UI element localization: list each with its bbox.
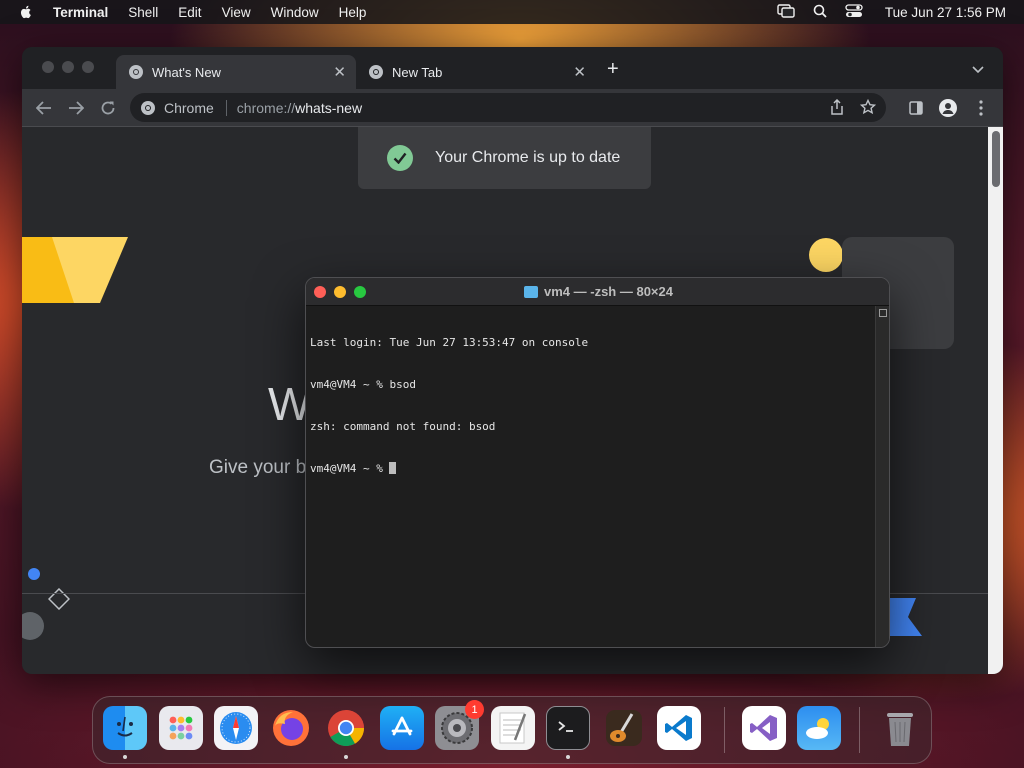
terminal-output[interactable]: Last login: Tue Jun 27 13:53:47 on conso…	[310, 308, 870, 504]
control-center-icon[interactable]	[845, 3, 863, 21]
forward-arrow-icon[interactable]	[66, 98, 86, 118]
tab-search-chevron-icon[interactable]	[972, 61, 984, 79]
page-subtitle: Give your b	[209, 457, 307, 478]
close-tab-icon[interactable]: ✕	[333, 63, 346, 81]
textedit-icon[interactable]	[491, 706, 535, 750]
menu-edit[interactable]: Edit	[178, 5, 201, 20]
safari-icon[interactable]	[214, 706, 258, 750]
url-scheme: chrome://	[236, 99, 296, 116]
update-status-text: Your Chrome is up to date	[435, 149, 621, 166]
back-arrow-icon[interactable]	[34, 98, 54, 118]
terminal-line: vm4@VM4 ~ % bsod	[310, 378, 416, 391]
trash-icon[interactable]	[878, 706, 922, 750]
launchpad-icon[interactable]	[159, 706, 203, 750]
vscode-icon[interactable]	[657, 706, 701, 750]
dock-separator	[859, 707, 860, 753]
tab-whats-new[interactable]: What's New ✕	[116, 55, 356, 89]
blue-dot-decoration	[28, 568, 40, 580]
address-bar[interactable]: Chrome chrome:// whats-new	[130, 93, 886, 122]
close-window-button[interactable]	[42, 61, 54, 73]
dock-separator	[724, 707, 725, 753]
menu-app-name[interactable]: Terminal	[53, 5, 108, 20]
diamond-outline-decoration	[48, 588, 70, 610]
blue-flag-decoration	[888, 598, 922, 636]
folder-icon	[524, 285, 538, 298]
reload-icon[interactable]	[98, 98, 118, 118]
menu-shell[interactable]: Shell	[128, 5, 158, 20]
running-indicator	[344, 755, 348, 759]
running-indicator	[566, 755, 570, 759]
visual-studio-icon[interactable]	[742, 706, 786, 750]
page-scrollbar-thumb[interactable]	[992, 131, 1000, 187]
terminal-window-controls	[314, 286, 366, 298]
menu-help[interactable]: Help	[339, 5, 367, 20]
more-menu-icon[interactable]	[971, 98, 991, 118]
terminal-scrollbar[interactable]	[875, 306, 889, 647]
chrome-site-icon	[141, 100, 155, 115]
checkmark-icon	[387, 145, 413, 171]
site-label: Chrome	[164, 99, 214, 116]
new-tab-plus-icon[interactable]: +	[607, 58, 619, 81]
terminal-prompt: vm4@VM4 ~ %	[310, 462, 390, 475]
finder-icon[interactable]	[103, 706, 147, 750]
running-indicator	[123, 755, 127, 759]
tab-strip: What's New ✕ New Tab ✕ +	[22, 47, 1003, 89]
close-tab-icon[interactable]: ✕	[573, 63, 586, 81]
yellow-shape-decoration	[22, 237, 128, 303]
weather-icon[interactable]	[797, 706, 841, 750]
firefox-icon[interactable]	[269, 706, 313, 750]
terminal-window: vm4 — -zsh — 80×24 Last login: Tue Jun 2…	[305, 277, 890, 648]
menu-clock[interactable]: Tue Jun 27 1:56 PM	[885, 5, 1006, 20]
profile-avatar-icon[interactable]	[938, 98, 958, 118]
dock: 1	[92, 696, 932, 764]
system-settings-icon[interactable]: 1	[435, 700, 484, 750]
terminal-line: Last login: Tue Jun 27 13:53:47 on conso…	[310, 336, 589, 349]
terminal-prompt-line[interactable]: vm4@VM4 ~ %	[310, 462, 870, 476]
chrome-favicon-icon	[129, 65, 143, 79]
terminal-title: vm4 — -zsh — 80×24	[544, 284, 673, 299]
yellow-circle-decoration	[809, 238, 843, 272]
side-panel-icon[interactable]	[906, 98, 926, 118]
apple-menu-icon[interactable]	[18, 4, 34, 20]
terminal-scroll-marker-icon	[879, 309, 887, 317]
zoom-window-button[interactable]	[354, 286, 366, 298]
url-path: whats-new	[295, 99, 363, 116]
menu-view[interactable]: View	[222, 5, 251, 20]
tab-label: New Tab	[392, 64, 443, 80]
browser-toolbar: Chrome chrome:// whats-new	[22, 89, 1003, 127]
tab-label: What's New	[152, 64, 221, 80]
terminal-icon[interactable]	[546, 706, 590, 750]
menu-bar: Terminal Shell Edit View Window Help Tue…	[0, 0, 1024, 24]
zoom-window-button[interactable]	[82, 61, 94, 73]
spotlight-search-icon[interactable]	[813, 4, 827, 21]
bookmark-star-icon[interactable]	[859, 98, 877, 118]
chrome-icon[interactable]	[324, 706, 368, 750]
page-scrollbar-track[interactable]	[988, 127, 1003, 674]
chrome-favicon-icon	[369, 65, 383, 79]
minimize-window-button[interactable]	[62, 61, 74, 73]
menu-window[interactable]: Window	[271, 5, 319, 20]
terminal-line: zsh: command not found: bsod	[310, 420, 496, 433]
update-status-toast: Your Chrome is up to date	[358, 127, 651, 189]
app-store-icon[interactable]	[380, 706, 424, 750]
omnibox-separator	[225, 99, 227, 116]
terminal-titlebar[interactable]: vm4 — -zsh — 80×24	[306, 278, 889, 306]
tab-new-tab[interactable]: New Tab ✕	[356, 55, 596, 89]
close-window-button[interactable]	[314, 286, 326, 298]
share-icon[interactable]	[830, 98, 844, 118]
gray-circle-decoration	[22, 612, 44, 640]
screen-mirroring-icon[interactable]	[777, 3, 795, 21]
text-cursor	[389, 462, 397, 474]
window-controls	[42, 61, 94, 73]
minimize-window-button[interactable]	[334, 286, 346, 298]
garageband-icon[interactable]	[602, 706, 646, 750]
notification-badge: 1	[465, 700, 484, 719]
